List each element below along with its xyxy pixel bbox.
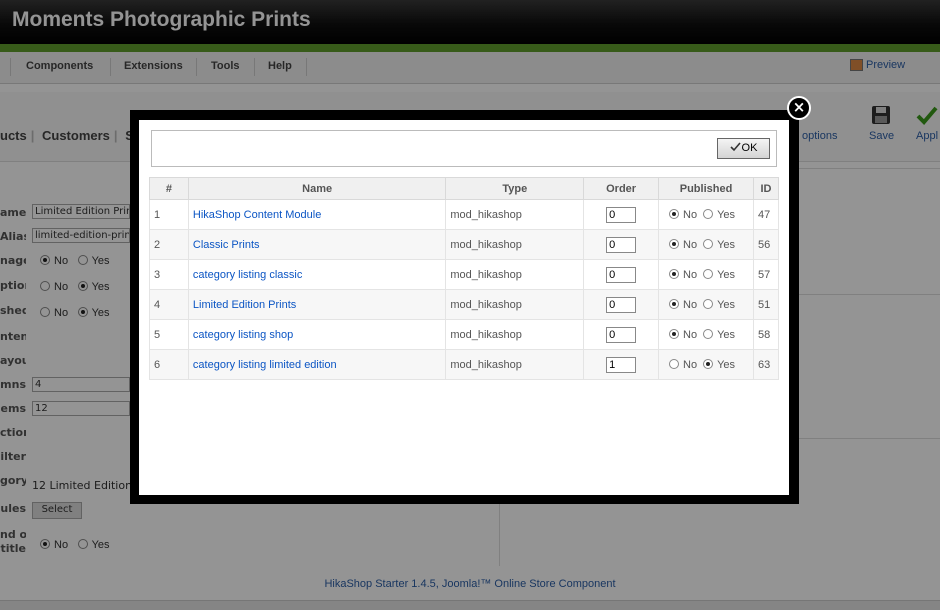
order-cell <box>583 199 660 230</box>
module-name-cell: category listing shop <box>187 319 447 350</box>
modules-table: # Name Type Order Published ID 1 HikaShop… <box>149 177 779 380</box>
module-id: 63 <box>753 349 779 380</box>
module-id: 57 <box>753 259 779 290</box>
published-no-radio[interactable] <box>669 238 680 249</box>
published-cell: No Yes <box>658 319 754 350</box>
module-name-cell: HikaShop Content Module <box>187 199 447 230</box>
order-input[interactable] <box>606 206 637 223</box>
row-number: 4 <box>149 289 189 320</box>
no-label: No <box>683 328 698 341</box>
published-no-radio[interactable] <box>669 268 680 279</box>
row-number: 5 <box>149 319 189 350</box>
published-cell: No Yes <box>658 289 754 320</box>
yes-label: Yes <box>717 358 736 371</box>
no-label: No <box>683 268 698 281</box>
order-cell <box>583 349 660 380</box>
order-cell <box>583 319 660 350</box>
published-yes-radio[interactable] <box>703 328 714 339</box>
yes-label: Yes <box>717 208 736 221</box>
module-name-link[interactable]: Classic Prints <box>193 239 260 251</box>
table-row: 2 Classic Prints mod_hikashop No Yes 56 <box>149 229 779 260</box>
module-id: 58 <box>753 319 779 350</box>
row-number: 1 <box>149 199 189 230</box>
module-type: mod_hikashop <box>445 289 585 320</box>
published-yes-radio[interactable] <box>703 268 714 279</box>
table-row: 5 category listing shop mod_hikashop No Yes 5… <box>149 319 779 350</box>
module-name-link[interactable]: category listing limited edition <box>193 359 337 371</box>
published-cell: No Yes <box>658 229 754 260</box>
col-header-id[interactable]: ID <box>753 177 779 200</box>
module-name-cell: category listing limited edition <box>187 349 447 380</box>
row-number: 3 <box>149 259 189 290</box>
col-header-order[interactable]: Order <box>583 177 660 200</box>
col-header-type[interactable]: Type <box>445 177 585 200</box>
no-label: No <box>683 298 698 311</box>
published-no-radio[interactable] <box>669 328 680 339</box>
module-type: mod_hikashop <box>445 229 585 260</box>
row-number: 2 <box>149 229 189 260</box>
col-header-num[interactable]: # <box>149 177 189 200</box>
published-yes-radio[interactable] <box>703 238 714 249</box>
col-header-published[interactable]: Published <box>658 177 754 200</box>
modal-content: OK # Name Type Order Published ID 1 HikaS… <box>139 120 789 495</box>
ok-label: OK <box>741 142 758 154</box>
published-yes-radio[interactable] <box>703 358 714 369</box>
ok-button[interactable]: OK <box>717 138 770 159</box>
yes-label: Yes <box>717 328 736 341</box>
table-row: 3 category listing classic mod_hikashop No Y… <box>149 259 779 290</box>
no-label: No <box>683 208 698 221</box>
modules-table-body: 1 HikaShop Content Module mod_hikashop No Ye… <box>149 199 779 380</box>
module-type: mod_hikashop <box>445 199 585 230</box>
order-input[interactable] <box>606 236 637 253</box>
close-icon[interactable]: × <box>787 96 811 120</box>
table-row: 6 category listing limited edition mod_hik… <box>149 349 779 380</box>
published-no-radio[interactable] <box>669 208 680 219</box>
order-input[interactable] <box>606 296 637 313</box>
col-header-name[interactable]: Name <box>187 177 447 200</box>
module-id: 51 <box>753 289 779 320</box>
yes-label: Yes <box>717 238 736 251</box>
published-no-radio[interactable] <box>669 298 680 309</box>
published-yes-radio[interactable] <box>703 298 714 309</box>
module-selector-modal: OK # Name Type Order Published ID 1 HikaS… <box>130 110 799 504</box>
no-label: No <box>683 358 698 371</box>
order-input[interactable] <box>606 356 637 373</box>
module-name-cell: Limited Edition Prints <box>187 289 447 320</box>
module-name-link[interactable]: category listing shop <box>193 329 293 341</box>
order-cell <box>583 289 660 320</box>
module-name-link[interactable]: HikaShop Content Module <box>193 209 321 221</box>
table-header-row: # Name Type Order Published ID <box>149 177 779 200</box>
module-name-cell: Classic Prints <box>187 229 447 260</box>
table-row: 1 HikaShop Content Module mod_hikashop No Ye… <box>149 199 779 230</box>
module-id: 56 <box>753 229 779 260</box>
module-type: mod_hikashop <box>445 319 585 350</box>
module-name-cell: category listing classic <box>187 259 447 290</box>
module-name-link[interactable]: category listing classic <box>193 269 302 281</box>
yes-label: Yes <box>717 298 736 311</box>
module-type: mod_hikashop <box>445 259 585 290</box>
order-cell <box>583 229 660 260</box>
module-type: mod_hikashop <box>445 349 585 380</box>
modal-toolbar: OK <box>151 130 777 167</box>
published-cell: No Yes <box>658 349 754 380</box>
yes-label: Yes <box>717 268 736 281</box>
published-no-radio[interactable] <box>669 358 680 369</box>
table-row: 4 Limited Edition Prints mod_hikashop No Yes… <box>149 289 779 320</box>
order-cell <box>583 259 660 290</box>
order-input[interactable] <box>606 326 637 343</box>
published-cell: No Yes <box>658 259 754 290</box>
ok-icon <box>729 142 741 152</box>
order-input[interactable] <box>606 266 637 283</box>
row-number: 6 <box>149 349 189 380</box>
module-name-link[interactable]: Limited Edition Prints <box>193 299 296 311</box>
module-id: 47 <box>753 199 779 230</box>
published-yes-radio[interactable] <box>703 208 714 219</box>
no-label: No <box>683 238 698 251</box>
published-cell: No Yes <box>658 199 754 230</box>
